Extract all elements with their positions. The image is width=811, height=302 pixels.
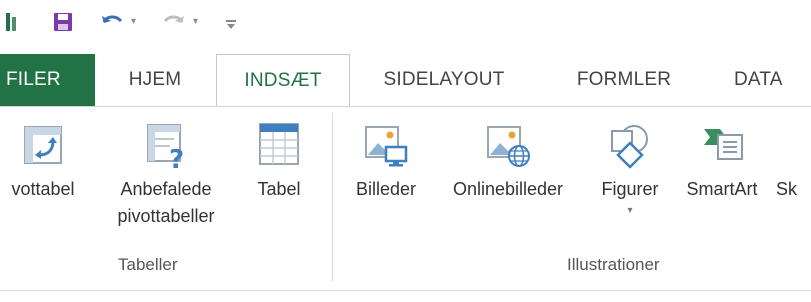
- online-pictures-label: Onlinebilleder: [452, 179, 564, 199]
- undo-dropdown-icon[interactable]: ▾: [131, 16, 136, 27]
- screenshot-icon: [776, 115, 811, 175]
- pivottable-label: vottabel: [11, 179, 75, 199]
- tab-data[interactable]: DATA: [734, 54, 811, 106]
- save-icon[interactable]: [52, 10, 74, 34]
- undo-icon[interactable]: [100, 10, 126, 34]
- smartart-label: SmartArt: [686, 179, 758, 199]
- screenshot-label: Sk: [776, 179, 798, 199]
- table-icon: [249, 115, 309, 175]
- shapes-label: Figurer: [601, 179, 659, 199]
- recommended-pivot-button[interactable]: ? Anbefalede pivottabeller: [102, 115, 230, 229]
- quick-access-toolbar: ▾ ▾: [0, 0, 811, 44]
- tab-formulas[interactable]: FORMLER: [554, 54, 694, 106]
- ribbon-insert: vottabel ? Anbefalede pivottabeller Tabe…: [0, 107, 811, 290]
- pictures-icon: [356, 115, 416, 175]
- shapes-dropdown-icon[interactable]: ▾: [627, 205, 632, 216]
- pictures-label: Billeder: [355, 179, 417, 199]
- tab-home[interactable]: HJEM: [105, 54, 205, 106]
- pivottable-icon: [13, 115, 73, 175]
- table-button[interactable]: Tabel: [240, 115, 318, 203]
- redo-icon[interactable]: [160, 10, 186, 34]
- tab-insert[interactable]: INDSÆT: [216, 54, 350, 107]
- svg-text:?: ?: [169, 145, 184, 171]
- screenshot-button[interactable]: Sk: [776, 115, 811, 203]
- ribbon-tabs: FILER HJEM INDSÆT SIDELAYOUT FORMLER DAT…: [0, 44, 811, 107]
- tab-file[interactable]: FILER: [0, 54, 95, 106]
- redo-dropdown-icon[interactable]: ▾: [193, 16, 198, 27]
- online-pictures-button[interactable]: Onlinebilleder: [434, 115, 582, 203]
- ribbon-bottom-border: [0, 290, 811, 291]
- pictures-button[interactable]: Billeder: [344, 115, 428, 203]
- table-label: Tabel: [257, 179, 301, 199]
- smartart-button[interactable]: SmartArt: [674, 115, 770, 203]
- group-separator: [332, 113, 333, 281]
- customize-qat-icon[interactable]: [224, 10, 238, 34]
- pivottable-button[interactable]: vottabel: [0, 115, 90, 203]
- excel-app-icon[interactable]: [4, 10, 18, 34]
- online-pictures-icon: [478, 115, 538, 175]
- smartart-icon: [692, 115, 752, 175]
- recommended-pivot-label-line2: pivottabeller: [117, 206, 215, 226]
- shapes-button[interactable]: Figurer ▾: [590, 115, 670, 216]
- group-tables-label: Tabeller: [118, 255, 178, 274]
- recommended-pivot-label: Anbefalede: [120, 179, 212, 199]
- shapes-icon: [600, 115, 660, 175]
- group-illustrations-label: Illustrationer: [567, 255, 660, 274]
- tab-page-layout[interactable]: SIDELAYOUT: [360, 54, 528, 106]
- recommended-pivot-icon: ?: [136, 115, 196, 175]
